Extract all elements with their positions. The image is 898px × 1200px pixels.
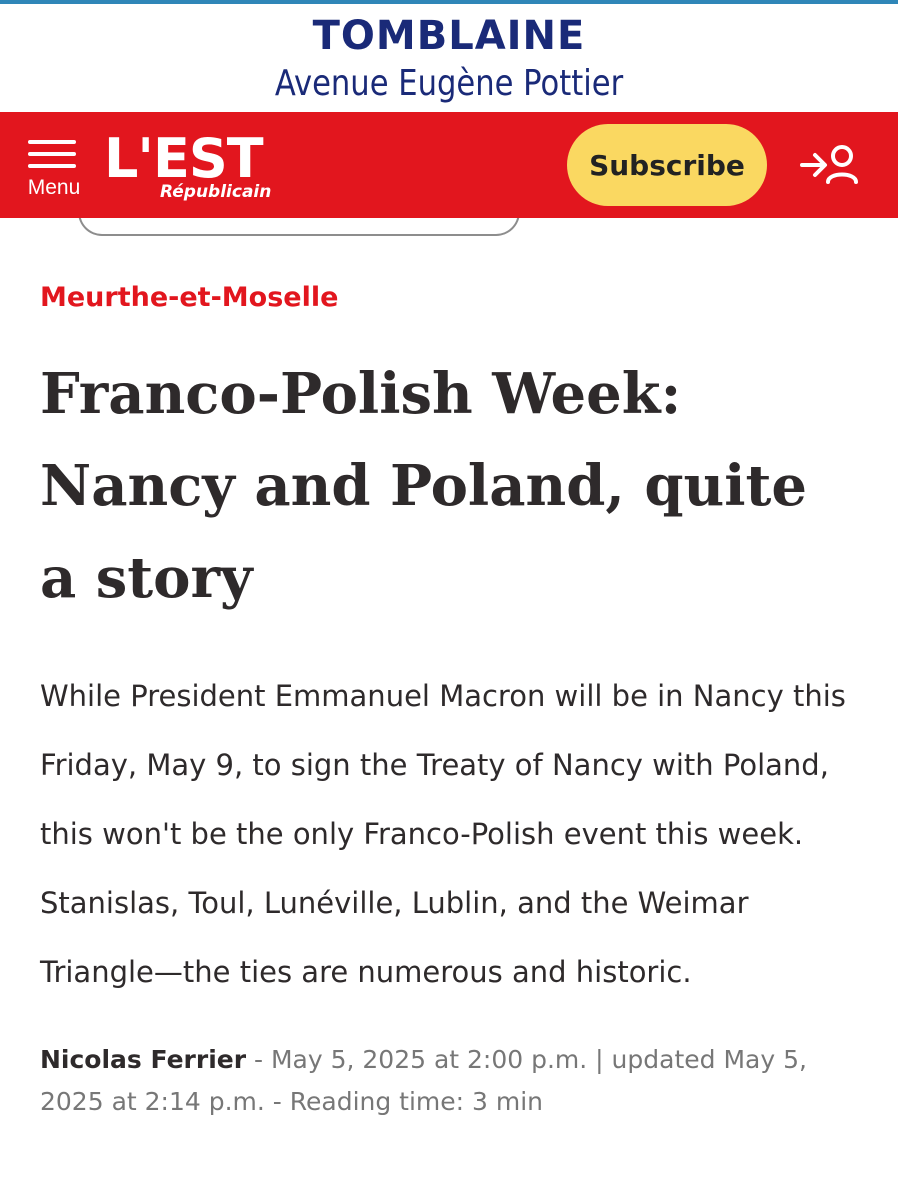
banner-street: Avenue Eugène Pottier	[274, 63, 624, 104]
menu-label: Menu	[27, 176, 81, 199]
article-standfirst: While President Emmanuel Macron will be …	[40, 679, 846, 989]
location-banner: TOMBLAINE Avenue Eugène Pottier	[0, 4, 898, 112]
article-byline: Nicolas Ferrier - May 5, 2025 at 2:00 p.…	[40, 1039, 860, 1123]
site-header: Menu L'EST Républicain Subscribe	[0, 112, 898, 218]
site-logo[interactable]: L'EST Républicain	[104, 130, 274, 204]
menu-button[interactable]: Menu	[18, 136, 88, 202]
login-user-icon	[800, 145, 858, 184]
login-button[interactable]	[796, 140, 866, 190]
banner-city: TOMBLAINE	[312, 13, 586, 59]
subscribe-button[interactable]: Subscribe	[567, 124, 767, 206]
logo-wordmark: L'EST	[104, 127, 264, 190]
article-title: Franco-Polish Week: Nancy and Poland, qu…	[40, 361, 807, 611]
article-content: Meurthe-et-Moselle Franco-Polish Week: N…	[40, 270, 860, 1123]
author-name[interactable]: Nicolas Ferrier	[40, 1045, 246, 1074]
hamburger-menu-icon	[28, 140, 76, 168]
logo-subtitle: Républicain	[160, 182, 272, 202]
section-link[interactable]: Meurthe-et-Moselle	[40, 270, 860, 326]
